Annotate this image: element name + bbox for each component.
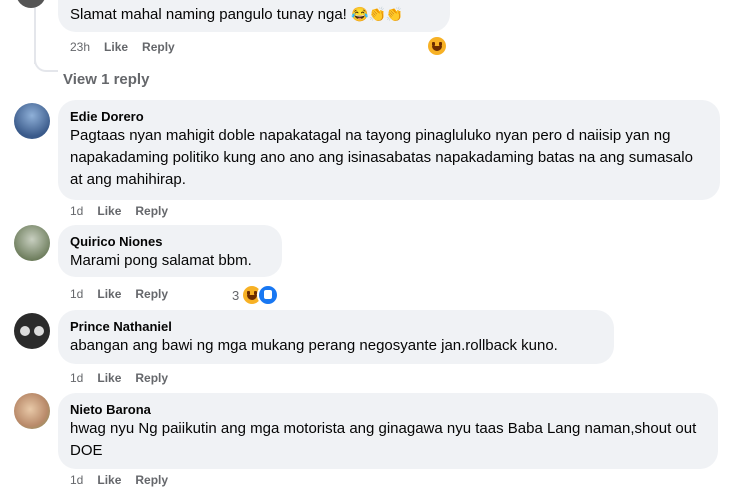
comment-actions: 1d Like Reply (70, 472, 168, 488)
comment-actions: 1d Like Reply (70, 203, 168, 219)
comment-time[interactable]: 1d (70, 473, 83, 487)
comment-text: Slamat mahal naming pangulo tunay nga! (70, 6, 352, 23)
avatar[interactable] (14, 393, 50, 429)
thread-curve (34, 40, 58, 72)
like-button[interactable]: Like (97, 371, 121, 385)
comment-emoji: 😂👏👏 (351, 6, 404, 22)
reaction-count: 3 (232, 287, 240, 303)
reply-button[interactable]: Reply (142, 40, 175, 54)
haha-icon (428, 37, 446, 55)
comment-text: Marami pong salamat bbm. (70, 252, 252, 269)
comment-time[interactable]: 23h (70, 40, 90, 54)
comment-author[interactable]: Prince Nathaniel (70, 318, 602, 335)
like-button[interactable]: Like (97, 473, 121, 487)
comment-time[interactable]: 1d (70, 371, 83, 385)
reply-comment-actions: 23h Like Reply (70, 39, 175, 55)
comment-bubble: Quirico Niones Marami pong salamat bbm. (58, 225, 282, 277)
comment-author[interactable]: Nieto Barona (70, 401, 706, 418)
comment-text: hwag nyu Ng paiikutin ang mga motorista … (70, 420, 697, 459)
comment-author[interactable]: Edie Dorero (70, 108, 708, 125)
reply-button[interactable]: Reply (135, 473, 168, 487)
comment-text: Pagtaas nyan mahigit doble napakatagal n… (70, 127, 693, 188)
comment-text: abangan ang bawi ng mga mukang perang ne… (70, 337, 558, 354)
comment-bubble: Prince Nathaniel abangan ang bawi ng mga… (58, 310, 614, 364)
comment-bubble: Edie Dorero Pagtaas nyan mahigit doble n… (58, 100, 720, 200)
avatar[interactable] (14, 103, 50, 139)
reaction-summary[interactable] (428, 37, 446, 55)
reply-button[interactable]: Reply (135, 287, 168, 301)
like-icon (257, 284, 280, 306)
comment-time[interactable]: 1d (70, 204, 83, 218)
avatar[interactable] (14, 313, 50, 349)
reply-comment-bubble: Slamat mahal naming pangulo tunay nga! 😂… (58, 0, 450, 32)
comment-bubble: Nieto Barona hwag nyu Ng paiikutin ang m… (58, 393, 718, 469)
comment-time[interactable]: 1d (70, 287, 83, 301)
comment-author[interactable]: Quirico Niones (70, 233, 270, 250)
like-button[interactable]: Like (104, 40, 128, 54)
avatar[interactable] (14, 225, 50, 261)
reply-button[interactable]: Reply (135, 371, 168, 385)
like-button[interactable]: Like (97, 204, 121, 218)
reaction-summary[interactable]: 3 (232, 284, 280, 306)
view-replies-link[interactable]: View 1 reply (63, 71, 149, 88)
avatar[interactable] (16, 0, 46, 8)
like-button[interactable]: Like (97, 287, 121, 301)
comment-actions: 1d Like Reply (70, 286, 168, 302)
reply-button[interactable]: Reply (135, 204, 168, 218)
comment-actions: 1d Like Reply (70, 370, 168, 386)
